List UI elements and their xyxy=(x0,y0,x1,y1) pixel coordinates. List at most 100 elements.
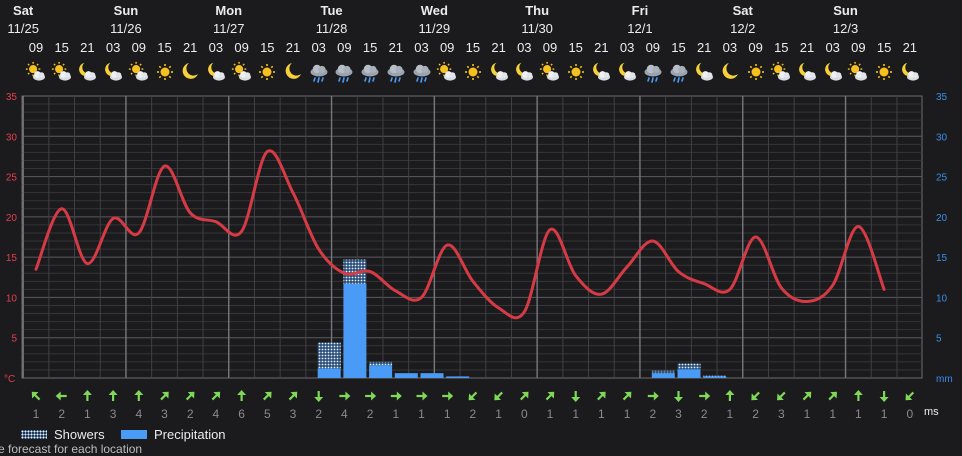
wind-arrow-icon xyxy=(134,390,144,401)
precipitation-bar xyxy=(446,376,470,378)
wind-arrow-icon xyxy=(468,391,478,401)
wind-speed-label: 2 xyxy=(187,407,194,421)
precipitation-legend-swatch xyxy=(121,430,147,439)
wind-arrow-icon xyxy=(31,391,41,401)
wind-arrow-icon xyxy=(802,391,812,401)
wind-speed-label: 4 xyxy=(135,407,142,421)
showers-bar xyxy=(369,361,393,366)
wind-arrow-icon xyxy=(545,391,555,401)
wind-speed-label: 1 xyxy=(444,407,451,421)
wind-speed-label: 1 xyxy=(572,407,579,421)
wind-speed-label: 3 xyxy=(161,407,168,421)
wind-speed-label: 1 xyxy=(84,407,91,421)
wind-speed-label: 1 xyxy=(829,407,836,421)
y-tick-left: 15 xyxy=(6,253,18,264)
wind-arrow-icon xyxy=(339,391,351,401)
wind-speed-label: 2 xyxy=(58,407,65,421)
wind-arrow-icon xyxy=(674,391,683,402)
wind-arrow-icon xyxy=(777,391,786,401)
y-tick-right: 10 xyxy=(936,293,948,304)
wind-speed-label: 1 xyxy=(598,407,605,421)
wind-arrow-icon xyxy=(160,391,169,401)
wind-arrow-icon xyxy=(55,391,67,401)
wind-arrow-icon xyxy=(494,391,503,401)
wind-speed-label: 3 xyxy=(778,407,785,421)
wind-arrow-icon xyxy=(699,391,711,401)
y-tick-right: 15 xyxy=(936,253,948,264)
y-tick-left: 5 xyxy=(11,334,17,345)
wind-speed-label: 4 xyxy=(341,407,348,421)
wind-speed-label: 2 xyxy=(752,407,759,421)
showers-bar xyxy=(677,363,701,370)
wind-arrow-icon xyxy=(571,391,581,402)
wind-arrow-icon xyxy=(82,390,92,401)
precipitation-bar xyxy=(317,368,341,378)
wind-arrow-icon xyxy=(237,390,247,401)
precipitation-bar xyxy=(677,369,701,378)
precipitation-legend-label: Precipitation xyxy=(154,427,226,442)
y-tick-left: 35 xyxy=(6,92,18,103)
wind-speed-label: 0 xyxy=(521,407,528,421)
wind-speed-label: 2 xyxy=(315,407,322,421)
showers-bar xyxy=(651,370,675,374)
precipitation-bar xyxy=(703,376,727,378)
plot-area xyxy=(21,95,923,379)
wind-arrow-icon xyxy=(442,391,454,401)
wind-speed-label: 1 xyxy=(547,407,554,421)
y-unit-right: mm xyxy=(936,374,953,385)
wind-arrow-icon xyxy=(725,390,735,401)
wind-speed-label: 3 xyxy=(290,407,297,421)
chart-grid xyxy=(21,95,923,379)
wind-speed-label: 2 xyxy=(649,407,656,421)
wind-speed-label: 6 xyxy=(238,407,245,421)
wind-speed-label: 1 xyxy=(727,407,734,421)
wind-arrow-icon xyxy=(597,391,606,401)
wind-speed-label: 1 xyxy=(33,407,40,421)
y-tick-left: 30 xyxy=(6,132,18,143)
precipitation-bar xyxy=(343,283,367,378)
y-tick-right: 25 xyxy=(936,173,948,184)
y-tick-left: 20 xyxy=(6,213,18,224)
wind-arrow-icon xyxy=(211,391,221,401)
wind-speed-label: 1 xyxy=(881,407,888,421)
showers-bar xyxy=(703,375,727,377)
wind-arrow-icon xyxy=(751,391,760,401)
wind-speed-label: 2 xyxy=(701,407,708,421)
wind-arrow-icon xyxy=(519,391,529,401)
wind-speed-label: 4 xyxy=(213,407,220,421)
wind-speed-label: 2 xyxy=(470,407,477,421)
wind-arrow-icon xyxy=(288,391,298,401)
wind-arrow-icon xyxy=(108,390,118,401)
wind-speed-label: 1 xyxy=(495,407,502,421)
wind-speed-label: 5 xyxy=(264,407,271,421)
wind-arrow-icon xyxy=(185,391,195,401)
wind-arrow-icon xyxy=(905,391,915,401)
wind-speed-label: 3 xyxy=(110,407,117,421)
wind-arrow-icon xyxy=(365,391,377,401)
showers-bar xyxy=(317,342,341,369)
wind-speed-label: 2 xyxy=(367,407,374,421)
wind-arrow-icon xyxy=(416,391,428,401)
wind-speed-label: 0 xyxy=(906,407,913,421)
wind-arrow-icon xyxy=(879,391,889,402)
wind-speed-label: 3 xyxy=(675,407,682,421)
wind-arrow-icon xyxy=(647,391,659,401)
precipitation-bar xyxy=(369,365,393,378)
showers-legend-swatch xyxy=(21,430,47,439)
wind-arrow-icon xyxy=(390,391,402,401)
y-unit-left: °C xyxy=(4,374,15,385)
y-tick-right: 5 xyxy=(936,334,942,345)
wind-speed-label: 1 xyxy=(624,407,631,421)
y-tick-left: 25 xyxy=(6,173,18,184)
y-tick-right: 20 xyxy=(936,213,948,224)
wind-arrow-icon xyxy=(828,391,837,401)
wind-speed-label: 1 xyxy=(804,407,811,421)
precipitation-bar xyxy=(651,373,675,378)
wind-speed-label: 1 xyxy=(855,407,862,421)
precipitation-bar xyxy=(420,373,444,378)
wind-arrow-icon xyxy=(314,391,324,402)
y-tick-right: 30 xyxy=(936,132,948,143)
wind-speed-label: 1 xyxy=(418,407,425,421)
precipitation-bar xyxy=(394,373,418,378)
wind-arrow-icon xyxy=(622,391,632,401)
